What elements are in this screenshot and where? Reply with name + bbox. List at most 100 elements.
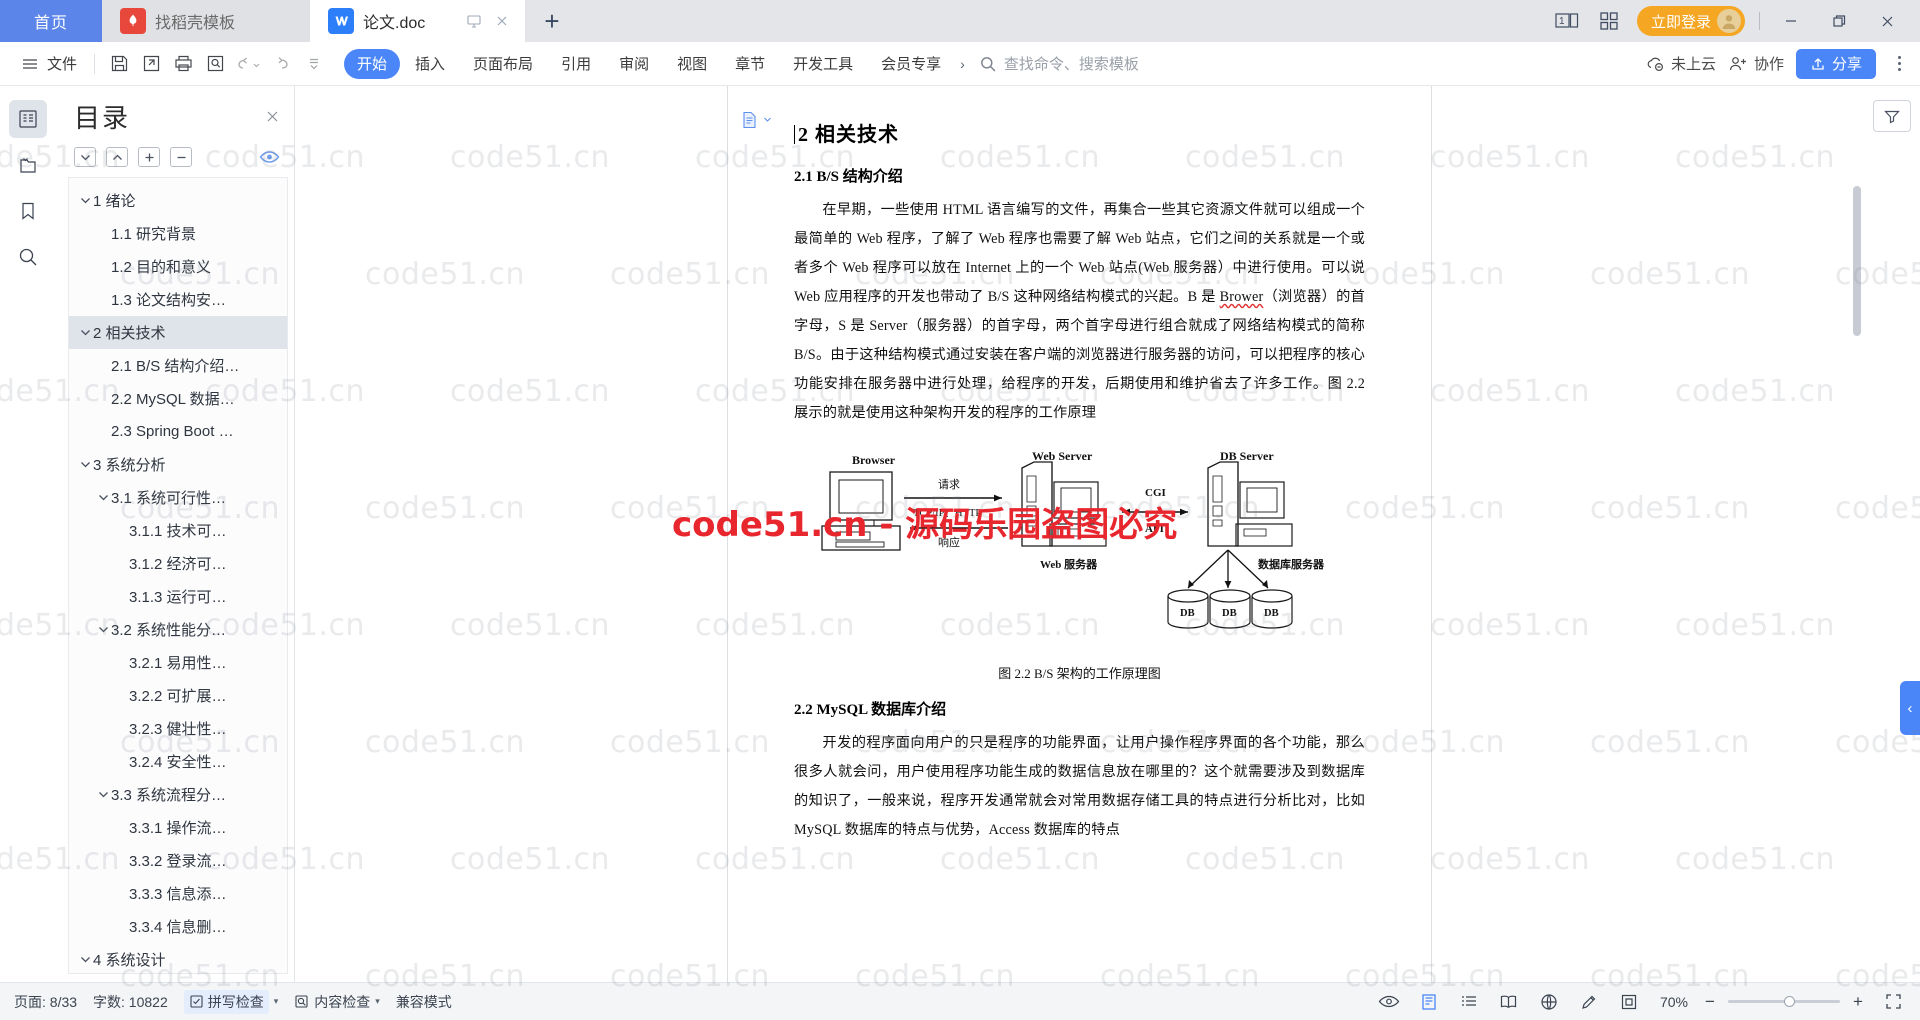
outline-view-icon[interactable]	[1456, 990, 1482, 1014]
web-layout-icon[interactable]	[1536, 990, 1562, 1014]
chevron-down-icon[interactable]	[77, 328, 93, 337]
share-button[interactable]: 分享	[1795, 48, 1876, 79]
fit-page-icon[interactable]	[1616, 990, 1642, 1014]
outline-item[interactable]: 2.3 Spring Boot …	[69, 415, 287, 448]
print-preview-icon[interactable]	[200, 49, 230, 79]
tab-close-icon[interactable]	[493, 12, 511, 30]
chevron-down-icon[interactable]	[95, 493, 111, 502]
content-check-button[interactable]: 内容检查 ▾	[294, 992, 380, 1012]
collaborate-button[interactable]: 协作	[1728, 53, 1784, 74]
tab-home[interactable]: 首页	[0, 0, 102, 42]
tab-insert[interactable]: 插入	[402, 49, 458, 79]
zoom-out-button[interactable]: −	[1702, 992, 1718, 1012]
tab-start[interactable]: 开始	[344, 48, 401, 79]
chevron-down-icon[interactable]	[77, 460, 93, 469]
new-tab-button[interactable]: +	[525, 0, 579, 42]
ribbon-more-tabs-icon[interactable]: ›	[956, 56, 969, 72]
outline-item[interactable]: 1.3 论文结构安…	[69, 283, 287, 316]
thumbnail-panel-icon[interactable]	[9, 146, 47, 184]
zoom-in-button[interactable]: +	[1850, 992, 1866, 1012]
spell-check-button[interactable]: 拼写检查 ▾	[183, 989, 279, 1014]
undo-icon[interactable]	[232, 49, 266, 79]
outline-item[interactable]: 3.2.3 健壮性…	[69, 712, 287, 745]
outline-item[interactable]: 1.2 目的和意义	[69, 250, 287, 283]
outline-item[interactable]: 4 系统设计	[69, 943, 287, 973]
save-icon[interactable]	[104, 49, 134, 79]
outline-item[interactable]: 3.1.1 技术可…	[69, 514, 287, 547]
outline-item[interactable]: 3.3.3 信息添…	[69, 877, 287, 910]
tab-review[interactable]: 审阅	[606, 49, 662, 79]
eye-icon[interactable]	[259, 150, 280, 164]
customize-icon[interactable]	[300, 49, 328, 79]
redo-icon[interactable]	[268, 49, 298, 79]
tab-document-paper[interactable]: 论文.doc	[310, 0, 525, 42]
document-page[interactable]: 2 相关技术 2.1 B/S 结构介绍 在早期，一些使用 HTML 语言编写的文…	[727, 86, 1432, 982]
chevron-down-icon[interactable]	[95, 625, 111, 634]
outline-close-icon[interactable]	[265, 109, 280, 124]
tab-present-icon[interactable]	[465, 12, 483, 30]
outline-item[interactable]: 3.3.2 登录流…	[69, 844, 287, 877]
outline-item[interactable]: 3.2.4 安全性…	[69, 745, 287, 778]
search-panel-icon[interactable]	[9, 238, 47, 276]
outline-item[interactable]: 3.1 系统可行性…	[69, 481, 287, 514]
filter-panel-icon[interactable]	[1873, 100, 1911, 132]
scrollbar-thumb[interactable]	[1853, 186, 1861, 336]
tab-view[interactable]: 视图	[664, 49, 720, 79]
tab-member-benefits[interactable]: 会员专享	[868, 49, 954, 79]
spell-check-chevron-down-icon[interactable]: ▾	[274, 996, 279, 1007]
outline-item[interactable]: 2.2 MySQL 数据…	[69, 382, 287, 415]
outline-item[interactable]: 3.3 系统流程分…	[69, 778, 287, 811]
document-canvas[interactable]: 2 相关技术 2.1 B/S 结构介绍 在早期，一些使用 HTML 语言编写的文…	[295, 86, 1864, 982]
print-layout-icon[interactable]	[1416, 990, 1442, 1014]
grid-view-icon[interactable]	[1595, 8, 1623, 34]
document-vertical-scrollbar[interactable]	[1852, 86, 1862, 982]
outline-item[interactable]: 1.1 研究背景	[69, 217, 287, 250]
outline-item[interactable]: 2 相关技术	[69, 316, 287, 349]
outline-item[interactable]: 3.2.2 可扩展…	[69, 679, 287, 712]
tab-section[interactable]: 章节	[722, 49, 778, 79]
chevron-down-icon[interactable]	[77, 196, 93, 205]
increase-level-icon[interactable]	[138, 147, 160, 167]
outline-panel-icon[interactable]	[9, 100, 47, 138]
reading-layout-icon[interactable]	[1496, 990, 1522, 1014]
print-icon[interactable]	[168, 49, 198, 79]
tab-references[interactable]: 引用	[548, 49, 604, 79]
outline-item[interactable]: 3.3.4 信息删…	[69, 910, 287, 943]
decrease-level-icon[interactable]	[170, 147, 192, 167]
search-input[interactable]: 查找命令、搜索模板	[979, 53, 1139, 74]
outline-item[interactable]: 3.3.1 操作流…	[69, 811, 287, 844]
tab-docer-template[interactable]: 找稻壳模板	[102, 0, 310, 42]
close-button[interactable]	[1870, 7, 1904, 35]
chevron-down-icon[interactable]	[95, 790, 111, 799]
chevron-down-icon[interactable]	[77, 955, 93, 964]
outline-item[interactable]: 3 系统分析	[69, 448, 287, 481]
file-menu-button[interactable]: 文件	[10, 48, 85, 80]
collapse-all-icon[interactable]	[106, 147, 128, 167]
outline-item[interactable]: 3.2 系统性能分…	[69, 613, 287, 646]
login-button[interactable]: 立即登录	[1636, 6, 1745, 36]
outline-item[interactable]: 3.1.3 运行可…	[69, 580, 287, 613]
outline-item[interactable]: 3.2.1 易用性…	[69, 646, 287, 679]
content-check-chevron-down-icon[interactable]: ▾	[375, 996, 380, 1007]
bookmark-panel-icon[interactable]	[9, 192, 47, 230]
cloud-status-button[interactable]: 未上云	[1645, 53, 1716, 74]
minimize-button[interactable]	[1774, 7, 1808, 35]
tab-developer-tools[interactable]: 开发工具	[780, 49, 866, 79]
outline-item[interactable]: 1 绪论	[69, 184, 287, 217]
paragraph-marker-button[interactable]	[740, 110, 772, 129]
zoom-knob[interactable]	[1784, 996, 1795, 1007]
single-page-view-icon[interactable]: 1	[1553, 8, 1581, 34]
maximize-button[interactable]	[1822, 7, 1856, 35]
zoom-slider[interactable]: − +	[1702, 992, 1866, 1012]
expand-all-icon[interactable]	[74, 147, 96, 167]
zoom-track[interactable]	[1728, 996, 1840, 1007]
fullscreen-icon[interactable]	[1880, 990, 1906, 1014]
save-as-icon[interactable]	[136, 49, 166, 79]
collapse-right-panel-handle[interactable]: ‹	[1900, 681, 1920, 735]
outline-item[interactable]: 3.1.2 经济可…	[69, 547, 287, 580]
ribbon-overflow-menu-icon[interactable]	[1888, 56, 1910, 71]
outline-item-list[interactable]: 1 绪论 1.1 研究背景 1.2 目的和意义 1.3 论文结构安… 2 相关技术 2.1…	[68, 177, 288, 974]
pen-icon[interactable]	[1576, 990, 1602, 1014]
tab-page-layout[interactable]: 页面布局	[460, 49, 546, 79]
eye-view-icon[interactable]	[1376, 990, 1402, 1014]
